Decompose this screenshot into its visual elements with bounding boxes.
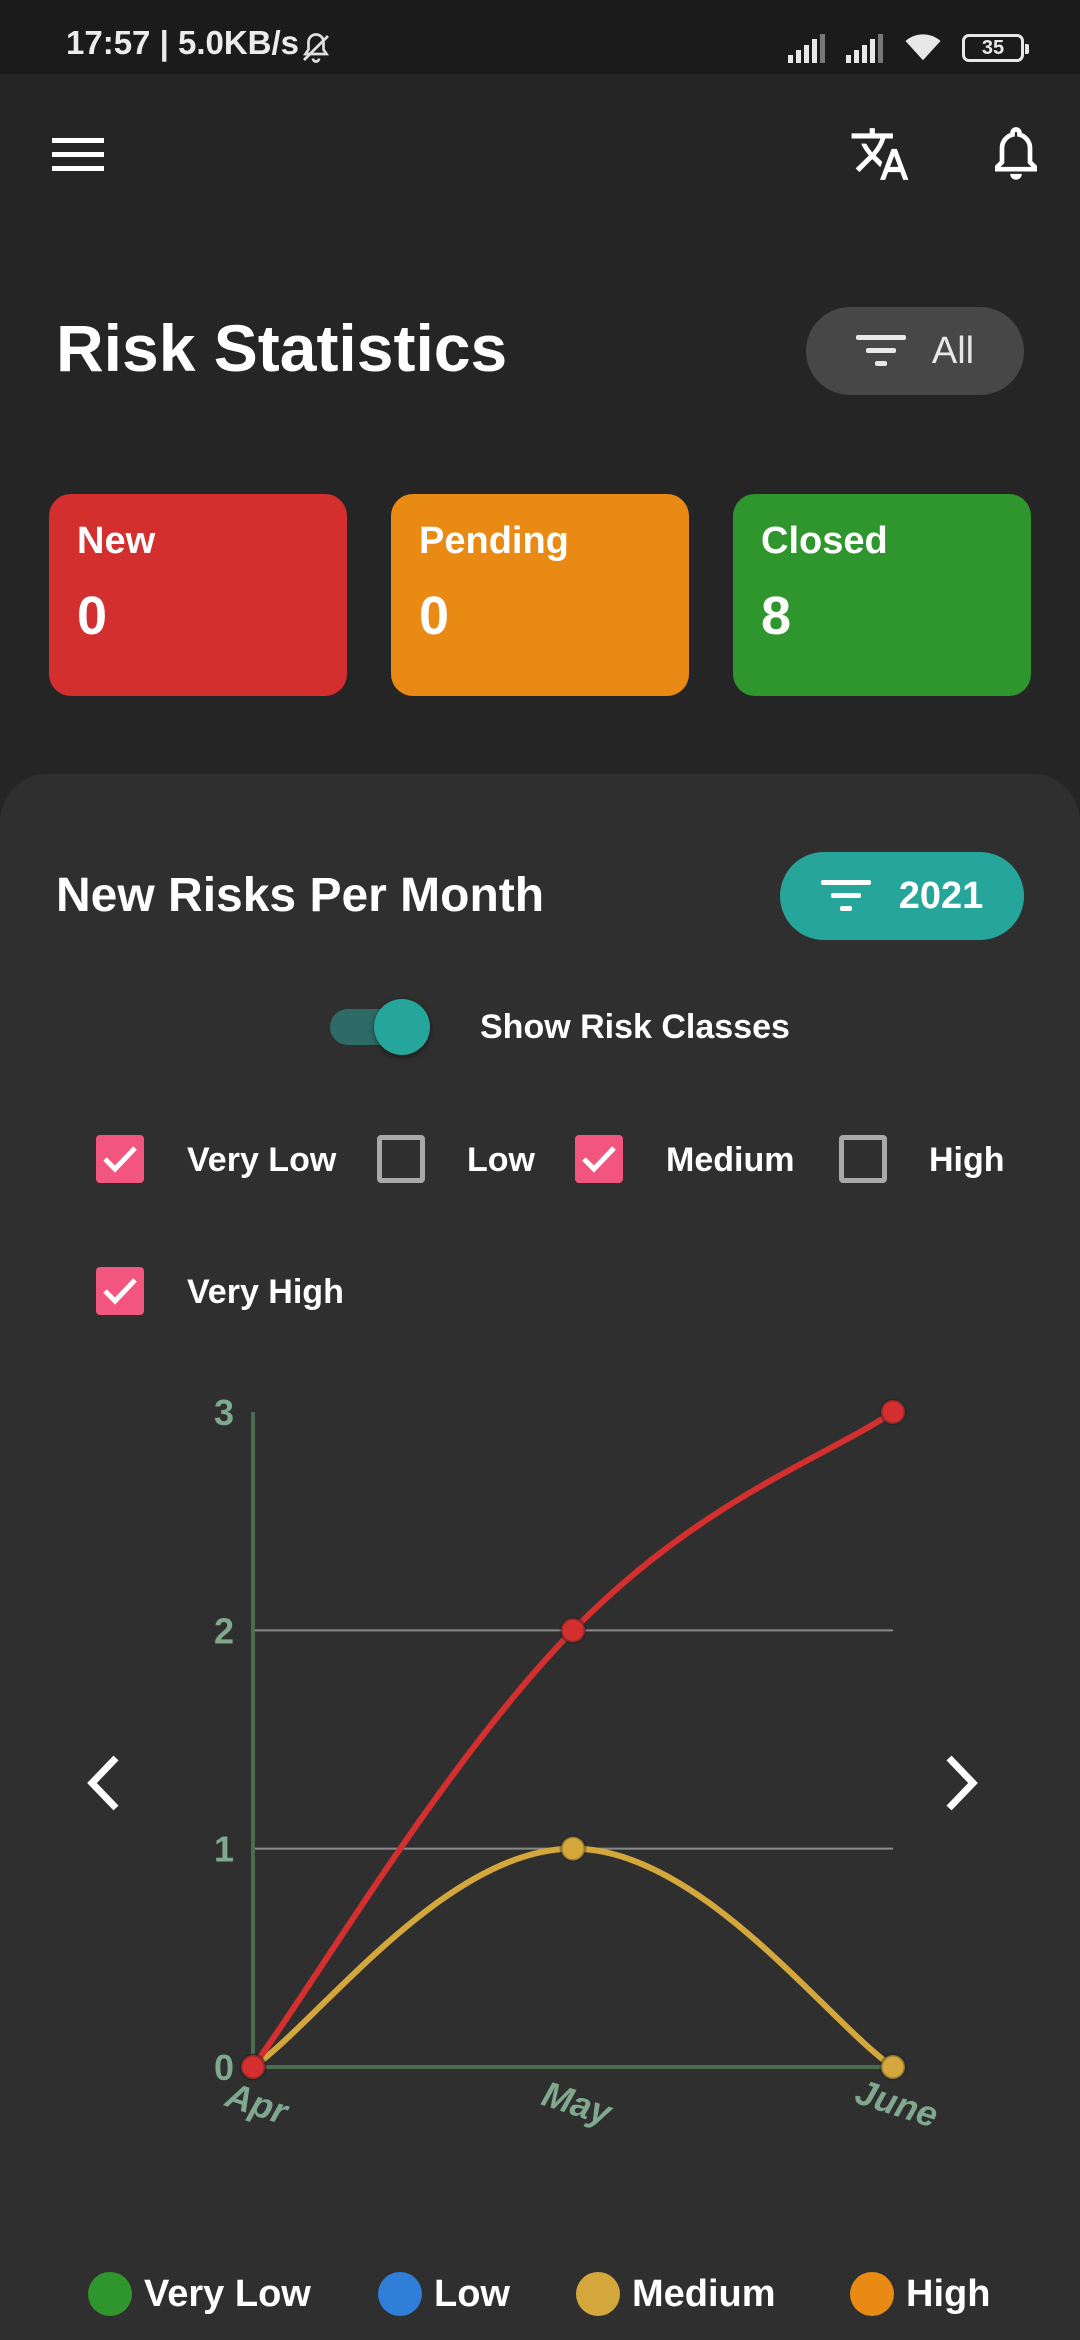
section-title: New Risks Per Month	[56, 869, 545, 922]
toggle-label: Show Risk Classes	[480, 1008, 790, 1046]
battery-indicator: 35	[962, 34, 1029, 62]
status-filter-button[interactable]: All	[806, 307, 1024, 395]
data-point	[559, 1616, 587, 1644]
x-tick-label: May	[537, 2073, 618, 2134]
checkbox-very-high[interactable]	[96, 1267, 144, 1315]
translate-icon	[851, 128, 909, 180]
data-point	[879, 2053, 907, 2081]
checkbox-medium[interactable]	[575, 1135, 623, 1183]
legend-item-low: Low	[378, 2268, 510, 2320]
legend-dot	[576, 2272, 620, 2316]
check-icon	[103, 1278, 137, 1305]
legend-label: High	[906, 2272, 991, 2315]
next-month-button[interactable]	[935, 1750, 985, 1816]
signal-icon	[788, 34, 825, 63]
series-line	[250, 1409, 895, 2069]
status-time: 17:57 | 5.0KB/s	[66, 24, 300, 61]
legend-dot	[378, 2272, 422, 2316]
data-point	[559, 1835, 587, 1863]
data-point	[879, 1398, 907, 1426]
hamburger-menu-icon	[52, 138, 104, 171]
y-tick-label: 3	[214, 1392, 234, 1433]
stat-value: 0	[77, 586, 108, 646]
muted-bell-icon	[302, 33, 330, 63]
year-filter-button[interactable]: 2021	[780, 852, 1024, 940]
menu-button[interactable]	[42, 124, 114, 184]
legend-label: Medium	[632, 2272, 776, 2315]
bell-icon	[995, 127, 1037, 180]
filter-label: All	[931, 329, 975, 372]
check-icon	[103, 1146, 137, 1173]
risk-line-chart: 0123Apr May June	[214, 1392, 944, 2136]
status-icons: 35	[786, 30, 1029, 66]
checkbox-low[interactable]	[377, 1135, 425, 1183]
previous-month-button[interactable]	[80, 1750, 130, 1816]
signal-icon-2	[846, 34, 883, 63]
chevron-left-icon	[87, 1755, 119, 1811]
x-tick-label: June	[851, 2071, 944, 2136]
y-tick-label: 2	[214, 1610, 234, 1651]
stat-card-new[interactable]: New 0	[49, 494, 347, 696]
y-tick-label: 1	[214, 1829, 234, 1870]
x-tick-label: Apr	[220, 2074, 294, 2133]
stat-card-closed[interactable]: Closed 8	[733, 494, 1031, 696]
legend-dot	[88, 2272, 132, 2316]
legend-item-medium: Medium	[576, 2268, 776, 2320]
toggle-knob[interactable]	[374, 999, 430, 1055]
series-line	[251, 1845, 895, 2070]
filter-icon	[820, 880, 871, 911]
stat-value: 0	[419, 586, 450, 646]
notifications-button[interactable]	[980, 118, 1052, 190]
legend-label: Low	[434, 2272, 510, 2315]
filter-icon	[855, 335, 906, 366]
filter-label-high: High	[929, 1141, 1005, 1179]
stat-value: 8	[761, 586, 792, 646]
filter-label-medium: Medium	[666, 1141, 795, 1179]
status-bar: 17:57 | 5.0KB/s 35	[0, 0, 1080, 74]
stat-label: New	[77, 520, 156, 562]
chevron-right-icon	[946, 1755, 978, 1811]
legend-dot	[850, 2272, 894, 2316]
year-label: 2021	[898, 874, 984, 917]
filter-label-very-low: Very Low	[187, 1141, 337, 1179]
page-title: Risk Statistics	[56, 311, 508, 385]
stat-label: Closed	[761, 520, 888, 562]
filter-label-low: Low	[467, 1141, 535, 1179]
data-point	[239, 2053, 267, 2081]
checkbox-very-low[interactable]	[96, 1135, 144, 1183]
legend-label: Very Low	[144, 2272, 311, 2315]
translate-button[interactable]	[842, 118, 918, 190]
checkbox-high[interactable]	[839, 1135, 887, 1183]
stat-card-pending[interactable]: Pending 0	[391, 494, 689, 696]
stat-label: Pending	[419, 520, 569, 562]
check-icon	[582, 1146, 616, 1173]
filter-label-very-high: Very High	[187, 1273, 344, 1311]
wifi-icon	[905, 34, 941, 61]
legend-item-high: High	[850, 2268, 990, 2320]
legend-item-very-low: Very Low	[88, 2268, 311, 2320]
